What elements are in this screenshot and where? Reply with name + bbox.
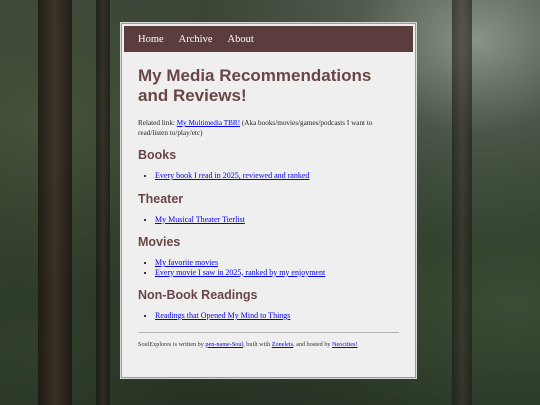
footer: SoulExplores is written by pen-name-Soul… [138,340,399,349]
readings-link[interactable]: Readings that Opened My Mind to Things [155,311,290,320]
footer-prefix: SoulExplores is written by [138,340,206,348]
musical-theater-tierlist-link[interactable]: My Musical Theater Tierlist [155,215,245,224]
section-heading-non-book-readings: Non-Book Readings [138,288,258,302]
list-item: My favorite movies [155,258,399,268]
list-item: Every movie I saw in 2025, ranked by my … [155,268,399,278]
nav-about-link[interactable]: About [228,34,254,45]
section-heading-theater: Theater [138,191,184,206]
nav-home-link[interactable]: Home [138,34,164,45]
page-container: Home Archive About My Media Recommendati… [121,23,416,378]
background-tree-trunk [96,0,110,405]
top-navbar: Home Archive About [124,26,413,52]
list-item: My Musical Theater Tierlist [155,215,399,225]
favorite-movies-link[interactable]: My favorite movies [155,258,218,267]
footer-mid1: , built with [243,340,272,348]
background-tree-trunk [38,0,72,405]
main-content: My Media Recommendations and Reviews! Re… [122,52,415,349]
neocities-link[interactable]: Neocities! [332,341,357,348]
page-title: My Media Recommendations and Reviews! [138,66,372,105]
author-link[interactable]: pen-name-Soul [205,341,243,348]
section-heading-books: Books [138,148,177,162]
movies-list: My favorite movies Every movie I saw in … [138,258,399,277]
footer-mid2: , and hosted by [293,340,333,348]
movies-2025-link[interactable]: Every movie I saw in 2025, ranked by my … [155,268,325,277]
multimedia-tbr-link[interactable]: My Multimedia TBR! [177,119,240,127]
list-item: Every book I read in 2025, reviewed and … [155,171,399,181]
readings-list: Readings that Opened My Mind to Things [138,311,399,321]
books-list: Every book I read in 2025, reviewed and … [138,171,399,181]
background-tree-trunk [452,0,472,405]
nav-archive-link[interactable]: Archive [179,34,213,45]
related-prefix: Related link: [138,119,175,127]
list-item: Readings that Opened My Mind to Things [155,311,399,321]
section-heading-movies: Movies [138,235,181,249]
zonelets-link[interactable]: Zonelets [272,341,293,348]
books-2025-link[interactable]: Every book I read in 2025, reviewed and … [155,171,309,180]
footer-divider [138,331,399,333]
related-link-paragraph: Related link: My Multimedia TBR! (Aka bo… [138,118,399,138]
theater-list: My Musical Theater Tierlist [138,215,399,225]
